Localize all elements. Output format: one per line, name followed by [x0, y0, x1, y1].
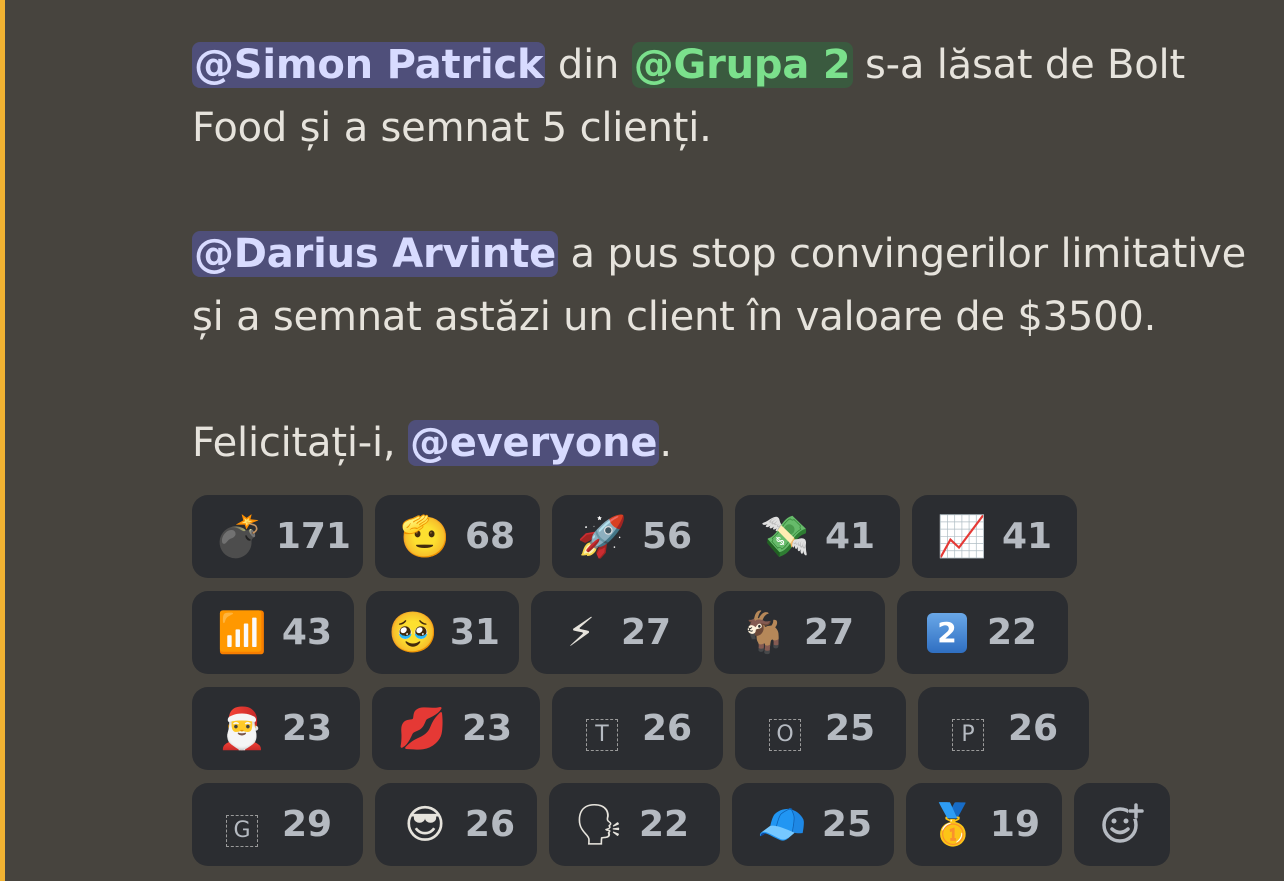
reactions-bar: 💣 171 🫡 68 🚀 56 💸 41 📈 41 📶 43 🥹 31 ⚡ 27…	[192, 495, 1272, 879]
reaction-count: 25	[821, 804, 872, 845]
reaction-row: G 29 😎 26 🗣 22 🧢 25 🥇 19	[192, 783, 1272, 866]
custom-avatar-cap-icon: 🧢	[757, 802, 807, 848]
reaction-santa[interactable]: 🎅 23	[192, 687, 360, 770]
letter-o-glyph: O	[769, 718, 801, 751]
lightning-icon: ⚡	[566, 609, 596, 656]
reaction-count: 171	[275, 516, 351, 557]
message-content: @Simon Patrick din @Grupa 2 s-a lăsat de…	[192, 34, 1272, 475]
message-text: Felicitați-i,	[192, 420, 408, 466]
reaction-saluting-face[interactable]: 🫡 68	[375, 495, 540, 578]
reaction-signal-money[interactable]: 📶 43	[192, 591, 354, 674]
reaction-count: 26	[1008, 708, 1059, 749]
reaction-holding-back-tears[interactable]: 🥹 31	[366, 591, 519, 674]
keycap-two-glyph: 2	[927, 612, 967, 653]
message-text: .	[659, 420, 672, 466]
reaction-count: 23	[462, 708, 513, 749]
message-text: din	[545, 42, 632, 88]
reaction-row: 🎅 23 💋 23 T 26 O 25 P 26	[192, 687, 1272, 770]
letter-o-icon: O	[757, 707, 813, 751]
user-mention-darius-arvinte[interactable]: @Darius Arvinte	[192, 231, 559, 277]
reaction-letter-g[interactable]: G 29	[192, 783, 363, 866]
message-paragraph-3: Felicitați-i, @everyone.	[192, 412, 1272, 475]
custom-avatar-sunglasses-icon: 😎	[404, 801, 446, 848]
reaction-first-place-medal[interactable]: 🥇 19	[906, 783, 1062, 866]
everyone-mention[interactable]: @everyone	[407, 420, 660, 466]
reaction-row: 📶 43 🥹 31 ⚡ 27 🐐 27 2 22	[192, 591, 1272, 674]
letter-g-icon: G	[214, 803, 270, 847]
letter-t-glyph: T	[586, 718, 618, 751]
reaction-count: 23	[282, 708, 333, 749]
chart-increasing-icon: 📈	[937, 514, 987, 560]
bomb-icon: 💣	[214, 514, 264, 560]
message-paragraph-1: @Simon Patrick din @Grupa 2 s-a lăsat de…	[192, 34, 1272, 160]
goat-icon: 🐐	[739, 610, 789, 656]
reaction-row: 💣 171 🫡 68 🚀 56 💸 41 📈 41	[192, 495, 1272, 578]
first-place-medal-icon: 🥇	[928, 802, 978, 848]
reaction-speaking-head[interactable]: 🗣 22	[549, 783, 720, 866]
reaction-custom-avatar-sunglasses[interactable]: 😎 26	[375, 783, 537, 866]
mention-highlight-bar	[0, 0, 5, 881]
reaction-count: 22	[987, 612, 1038, 653]
money-with-wings-icon: 💸	[760, 514, 810, 560]
reaction-keycap-two[interactable]: 2 22	[897, 591, 1068, 674]
holding-back-tears-icon: 🥹	[388, 610, 438, 656]
letter-t-icon: T	[574, 707, 630, 751]
letter-p-glyph: P	[952, 718, 984, 751]
role-mention-grupa-2[interactable]: @Grupa 2	[631, 42, 853, 88]
reaction-count: 26	[642, 708, 693, 749]
reaction-count: 31	[449, 612, 500, 653]
reaction-count: 27	[804, 612, 855, 653]
reaction-count: 41	[1002, 516, 1053, 557]
reaction-count: 22	[639, 804, 690, 845]
add-reaction-icon	[1100, 801, 1144, 849]
reaction-letter-t[interactable]: T 26	[552, 687, 723, 770]
reaction-chart-increasing[interactable]: 📈 41	[912, 495, 1077, 578]
reaction-money-with-wings[interactable]: 💸 41	[735, 495, 900, 578]
reaction-count: 43	[281, 612, 332, 653]
reaction-count: 27	[621, 612, 672, 653]
reaction-count: 25	[825, 708, 876, 749]
reaction-letter-o[interactable]: O 25	[735, 687, 906, 770]
signal-money-icon: 📶	[217, 610, 267, 656]
rocket-icon: 🚀	[577, 514, 627, 560]
reaction-lightning[interactable]: ⚡ 27	[531, 591, 702, 674]
santa-icon: 🎅	[217, 706, 267, 752]
reaction-letter-p[interactable]: P 26	[918, 687, 1089, 770]
user-mention-simon-patrick[interactable]: @Simon Patrick	[192, 42, 546, 88]
reaction-count: 19	[989, 804, 1040, 845]
kiss-mark-icon: 💋	[397, 706, 447, 752]
message-paragraph-2: @Darius Arvinte a pus stop convingerilor…	[192, 223, 1272, 349]
reaction-count: 56	[642, 516, 693, 557]
add-reaction-button[interactable]	[1074, 783, 1170, 866]
letter-g-glyph: G	[226, 814, 258, 847]
keycap-two-icon: 2	[919, 612, 975, 653]
reaction-rocket[interactable]: 🚀 56	[552, 495, 723, 578]
saluting-face-icon: 🫡	[400, 514, 450, 560]
reaction-goat[interactable]: 🐐 27	[714, 591, 885, 674]
letter-p-icon: P	[940, 707, 996, 751]
reaction-kiss-mark[interactable]: 💋 23	[372, 687, 540, 770]
reaction-custom-avatar-cap[interactable]: 🧢 25	[732, 783, 894, 866]
reaction-count: 41	[825, 516, 876, 557]
reaction-count: 26	[464, 804, 515, 845]
reaction-bomb[interactable]: 💣 171	[192, 495, 363, 578]
reaction-count: 29	[282, 804, 333, 845]
speaking-head-icon: 🗣	[573, 802, 625, 848]
reaction-count: 68	[465, 516, 516, 557]
